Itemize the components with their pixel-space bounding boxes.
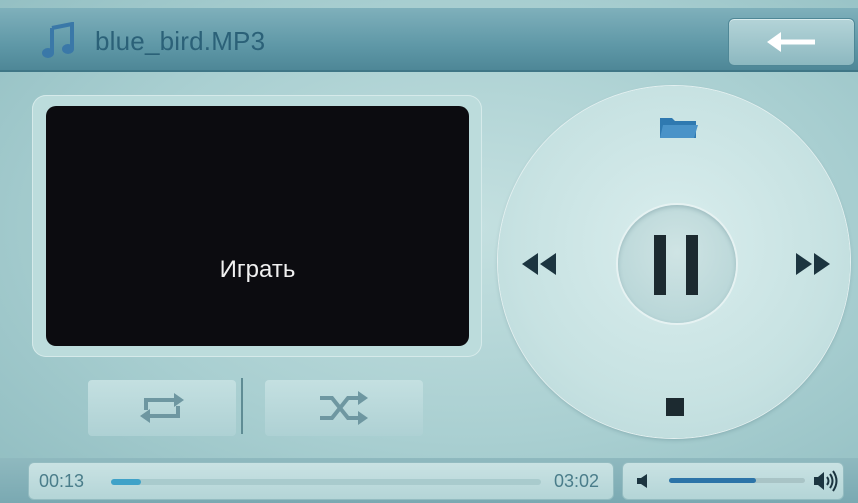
progress-slider[interactable] [111,479,541,485]
shuffle-button[interactable] [265,380,423,436]
music-player-screen: blue_bird.MP3 Играть 00:13 03:02 [0,0,858,503]
volume-high-icon [813,469,839,498]
display-panel: Играть [46,106,469,346]
volume-container [622,462,844,500]
rewind-icon [520,253,560,281]
stop-button[interactable] [664,396,686,423]
title-bar: blue_bird.MP3 [0,8,858,72]
elapsed-time: 00:13 [39,471,85,491]
repeat-button[interactable] [88,380,236,436]
volume-fill [669,478,757,483]
play-pause-button[interactable] [618,205,736,323]
progress-bar-container: 00:13 03:02 [28,462,614,500]
music-note-icon [40,21,78,60]
stop-icon [664,398,686,422]
folder-button[interactable] [658,114,700,145]
previous-button[interactable] [520,251,560,282]
volume-slider[interactable] [669,478,805,483]
progress-fill [111,479,142,485]
volume-low-icon [635,472,651,495]
track-title: blue_bird.MP3 [95,26,266,56]
mode-divider [241,378,243,434]
folder-icon [658,118,700,144]
fast-forward-icon [792,253,832,281]
playback-status: Играть [219,256,296,283]
total-time: 03:02 [553,471,599,491]
back-button[interactable] [728,18,855,66]
pause-icon [652,235,702,300]
next-button[interactable] [792,251,832,282]
